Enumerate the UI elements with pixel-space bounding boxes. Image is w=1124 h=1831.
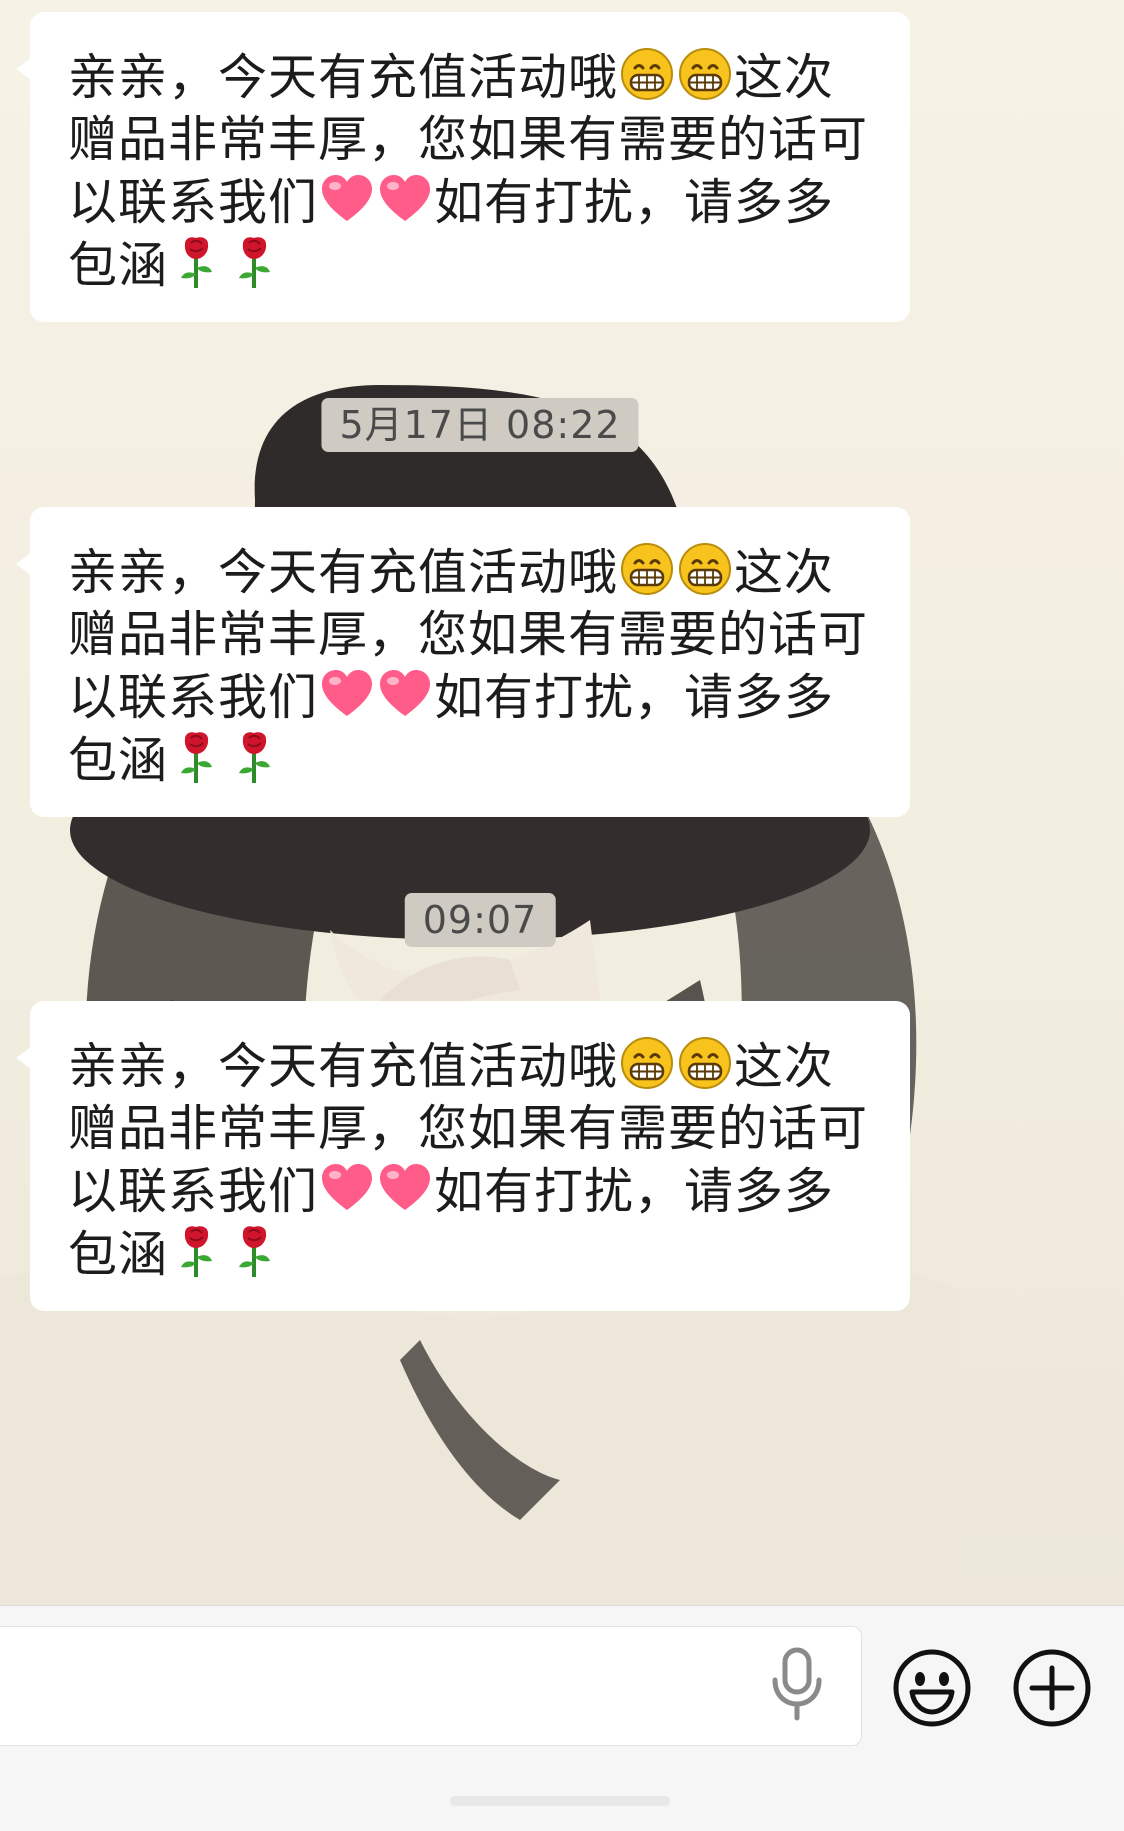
plus-button[interactable] (1012, 1648, 1092, 1728)
message-text-segment: 包涵 (68, 732, 169, 789)
rose-emoji (227, 729, 283, 785)
heart-emoji (319, 171, 375, 227)
message-input-bar (0, 1605, 1124, 1831)
message-input-field[interactable] (0, 1627, 861, 1745)
message-text-segment: 以联系我们 (68, 669, 319, 726)
message-text-segment: 亲亲，今天有充值活动哦 (68, 49, 619, 106)
heart-emoji (319, 1160, 375, 1216)
chat-message-list[interactable]: 亲亲，今天有充值活动哦 这次 赠品非常丰厚，您如果有需要的话可 以联系我们 如有打扰，请… (0, 0, 1124, 1605)
rose-emoji (227, 234, 283, 290)
rose-emoji (169, 234, 225, 290)
heart-emoji (377, 666, 433, 722)
message-text-segment: 亲亲，今天有充值活动哦 (68, 1038, 619, 1095)
rose-emoji (169, 1223, 225, 1279)
timestamp: 09:07 (404, 893, 556, 947)
home-indicator[interactable] (450, 1796, 670, 1806)
message-bubble[interactable]: 亲亲，今天有充值活动哦 这次 赠品非常丰厚，您如果有需要的话可 以联系我们 如有打扰，请… (16, 12, 910, 322)
grin-emoji (619, 1035, 675, 1091)
message-text-segment: 以联系我们 (68, 174, 319, 231)
emoji-button[interactable] (892, 1648, 972, 1728)
message-text-segment: 这次 (734, 1038, 835, 1095)
message-bubble[interactable]: 亲亲，今天有充值活动哦 这次 赠品非常丰厚，您如果有需要的话可 以联系我们 如有打扰，请… (16, 1001, 910, 1311)
heart-emoji (377, 1160, 433, 1216)
message-text: 亲亲，今天有充值活动哦 这次 赠品非常丰厚，您如果有需要的话可 以联系我们 如有打扰，请… (68, 541, 880, 792)
message-text-segment: 赠品非常丰厚，您如果有需要的话可 (68, 111, 869, 168)
message-text-segment: 这次 (734, 49, 835, 106)
message-text-segment: 如有打扰，请多多 (434, 174, 835, 231)
grin-emoji (619, 541, 675, 597)
message-text-segment: 这次 (734, 544, 835, 601)
rose-emoji (169, 729, 225, 785)
message-input[interactable] (0, 1626, 862, 1746)
message-text-segment: 如有打扰，请多多 (434, 1163, 835, 1220)
message-text-segment: 赠品非常丰厚，您如果有需要的话可 (68, 606, 869, 663)
message-text-segment: 亲亲，今天有充值活动哦 (68, 544, 619, 601)
heart-emoji (319, 666, 375, 722)
message-text: 亲亲，今天有充值活动哦 这次 赠品非常丰厚，您如果有需要的话可 以联系我们 如有打扰，请… (68, 1035, 880, 1286)
emoji-icon (893, 1649, 971, 1727)
rose-emoji (227, 1223, 283, 1279)
heart-emoji (377, 171, 433, 227)
grin-emoji (677, 46, 733, 102)
message-text-segment: 包涵 (68, 237, 169, 294)
grin-emoji (677, 1035, 733, 1091)
timestamp: 5月17日 08:22 (321, 398, 639, 452)
grin-emoji (619, 46, 675, 102)
microphone-icon[interactable] (766, 1646, 828, 1722)
message-text: 亲亲，今天有充值活动哦 这次 赠品非常丰厚，您如果有需要的话可 以联系我们 如有打扰，请… (68, 46, 880, 297)
message-text-segment: 赠品非常丰厚，您如果有需要的话可 (68, 1100, 869, 1157)
grin-emoji (677, 541, 733, 597)
plus-icon (1013, 1649, 1091, 1727)
message-bubble[interactable]: 亲亲，今天有充值活动哦 这次 赠品非常丰厚，您如果有需要的话可 以联系我们 如有打扰，请… (16, 507, 910, 817)
message-text-segment: 以联系我们 (68, 1163, 319, 1220)
message-text-segment: 如有打扰，请多多 (434, 669, 835, 726)
message-text-segment: 包涵 (68, 1226, 169, 1283)
